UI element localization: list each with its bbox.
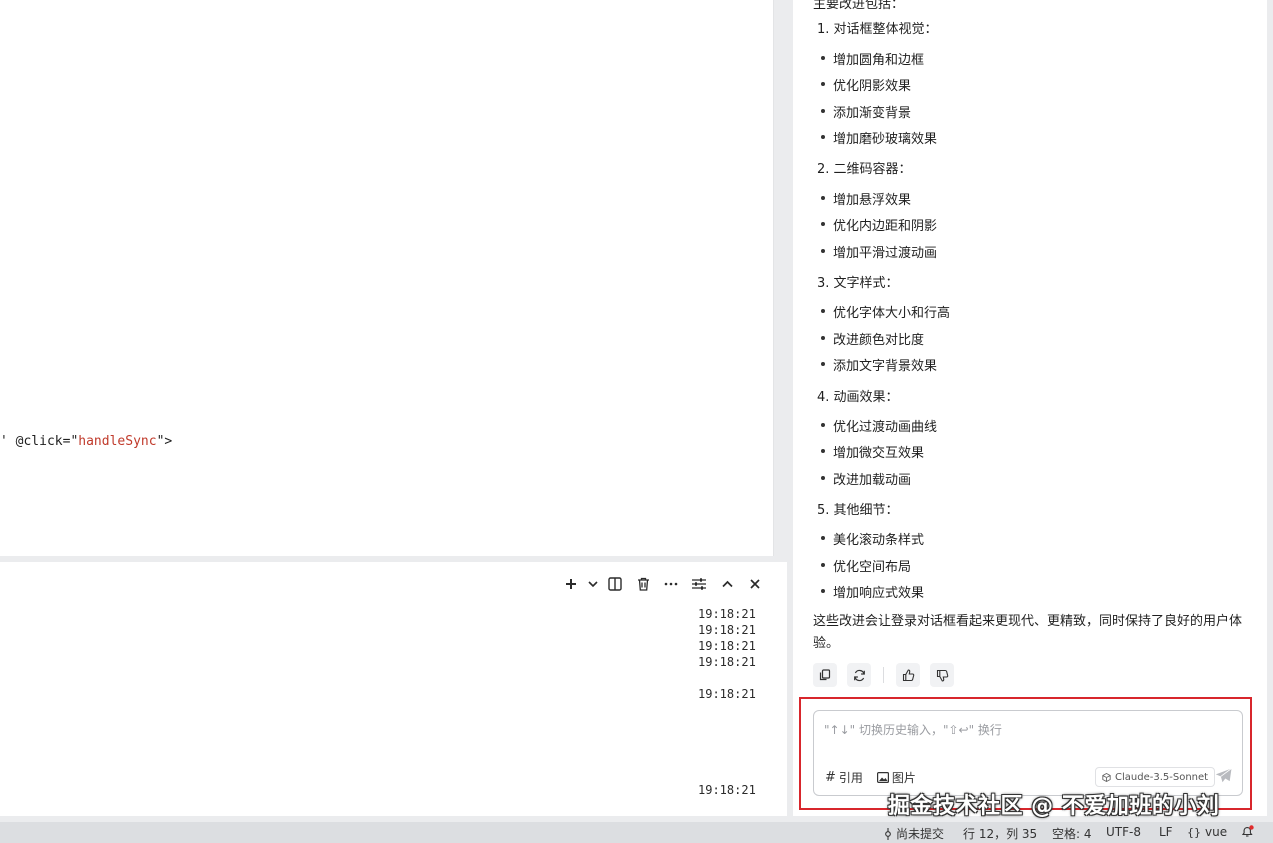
list-item: 增加微交互效果	[820, 442, 924, 461]
quote-button[interactable]: # 引用	[825, 769, 863, 786]
bell-icon	[1241, 825, 1254, 837]
send-button[interactable]	[1215, 768, 1232, 787]
regenerate-button[interactable]	[847, 663, 871, 687]
list-item: 增加圆角和边框	[820, 49, 924, 68]
image-label: 图片	[891, 771, 916, 785]
send-icon	[1215, 768, 1232, 783]
cube-icon	[1102, 772, 1111, 782]
log-timestamp: 19:18:21	[698, 687, 756, 701]
dislike-button[interactable]	[930, 663, 954, 687]
maximize-panel-button[interactable]	[713, 574, 741, 594]
list-item: 改进加载动画	[820, 469, 911, 488]
split-icon	[608, 577, 622, 591]
section-title: 1. 对话框整体视觉：	[817, 22, 938, 37]
notifications-button[interactable]	[1241, 825, 1254, 838]
message-summary: 这些改进会让登录对话框看起来更现代、更精致，同时保持了良好的用户体验。	[813, 614, 1243, 651]
language-label: vue	[1205, 825, 1228, 839]
log-timestamp: 19:18:21	[698, 623, 756, 637]
list-item: 优化字体大小和行高	[820, 302, 950, 321]
code-text-end: ">	[156, 434, 173, 449]
image-icon	[876, 772, 889, 783]
git-commit-icon	[885, 827, 891, 840]
list-item: 添加文字背景效果	[820, 355, 937, 374]
terminal-toolbar	[557, 574, 769, 594]
list-item: 美化滚动条样式	[820, 529, 924, 548]
code-editor[interactable]: ' @click="handleSync">	[0, 0, 774, 556]
chat-input-placeholder[interactable]: "↑↓" 切换历史输入，"⇧↩" 换行	[824, 721, 1002, 738]
list-item: 优化空间布局	[820, 556, 911, 575]
terminal-settings-button[interactable]	[685, 574, 713, 594]
log-timestamp: 19:18:21	[698, 655, 756, 669]
eol-setting[interactable]: LF	[1159, 825, 1173, 839]
input-tools: # 引用 图片	[825, 769, 916, 786]
like-button[interactable]	[896, 663, 920, 687]
close-panel-button[interactable]	[741, 574, 769, 594]
message-text: 主要改进包括：	[813, 0, 905, 12]
list-item: 增加响应式效果	[820, 582, 924, 601]
close-icon	[750, 579, 760, 589]
list-item: 优化过渡动画曲线	[820, 416, 937, 435]
section-title: 3. 文字样式：	[817, 276, 899, 291]
more-actions-button[interactable]	[657, 574, 685, 594]
ellipsis-icon	[664, 582, 678, 586]
trash-icon	[637, 577, 649, 591]
git-status[interactable]: 尚未提交	[884, 825, 944, 842]
list-item: 优化内边距和阴影	[820, 215, 937, 234]
code-text: ' @click="	[0, 434, 79, 449]
section-title: 2. 二维码容器：	[817, 162, 912, 177]
add-terminal-button[interactable]	[557, 574, 585, 594]
thumbs-down-icon	[936, 669, 948, 682]
list-item: 添加渐变背景	[820, 102, 911, 121]
plus-icon	[566, 579, 576, 589]
split-terminal-button[interactable]	[601, 574, 629, 594]
kill-terminal-button[interactable]	[629, 574, 657, 594]
log-timestamp: 19:18:21	[698, 607, 756, 621]
braces-icon: {}	[1187, 825, 1201, 839]
list-item: 增加磨砂玻璃效果	[820, 128, 937, 147]
indent-setting[interactable]: 空格: 4	[1052, 825, 1092, 842]
terminal-panel[interactable]: 19:18:21 19:18:21 19:18:21 19:18:21 19:1…	[0, 562, 787, 816]
watermark: 掘金技术社区 @ 不爱加班的小刘	[888, 794, 1220, 819]
chevron-down-icon	[588, 581, 598, 588]
language-mode[interactable]: {} vue	[1187, 825, 1227, 839]
hash-icon: #	[825, 770, 836, 785]
action-divider	[883, 667, 884, 683]
list-item: 增加悬浮效果	[820, 189, 911, 208]
thumbs-up-icon	[902, 668, 914, 681]
list-item: 改进颜色对比度	[820, 329, 924, 348]
model-selector[interactable]: Claude-3.5-Sonnet	[1095, 767, 1216, 787]
section-title: 5. 其他细节：	[817, 503, 899, 518]
log-timestamp: 19:18:21	[698, 639, 756, 653]
chat-input-box[interactable]: "↑↓" 切换历史输入，"⇧↩" 换行 # 引用 图片 Claude-3.5-S…	[813, 710, 1243, 796]
model-name: Claude-3.5-Sonnet	[1115, 771, 1209, 783]
message-actions	[813, 663, 964, 687]
refresh-icon	[853, 669, 865, 681]
encoding-setting[interactable]: UTF-8	[1106, 825, 1141, 839]
quote-label: 引用	[838, 771, 863, 785]
copy-button[interactable]	[813, 663, 837, 687]
code-line: ' @click="handleSync">	[0, 434, 172, 449]
section-title: 4. 动画效果：	[817, 390, 899, 405]
list-item: 优化阴影效果	[820, 75, 911, 94]
log-timestamp: 19:18:21	[698, 783, 756, 797]
code-string: handleSync	[78, 434, 157, 449]
cursor-position[interactable]: 行 12，列 35	[963, 825, 1037, 842]
ai-chat-panel: 主要改进包括： 1. 对话框整体视觉： 增加圆角和边框 优化阴影效果 添加渐变背…	[793, 0, 1267, 816]
copy-icon	[819, 669, 831, 681]
chevron-up-icon	[721, 580, 733, 588]
git-status-label: 尚未提交	[896, 827, 945, 841]
terminal-dropdown-button[interactable]	[585, 574, 601, 594]
image-button[interactable]: 图片	[876, 769, 916, 786]
list-item: 增加平滑过渡动画	[820, 242, 937, 261]
editor-divider	[773, 0, 774, 556]
sliders-icon	[692, 578, 706, 590]
status-bar: 尚未提交 行 12，列 35 空格: 4 UTF-8 LF {} vue	[0, 822, 1273, 843]
